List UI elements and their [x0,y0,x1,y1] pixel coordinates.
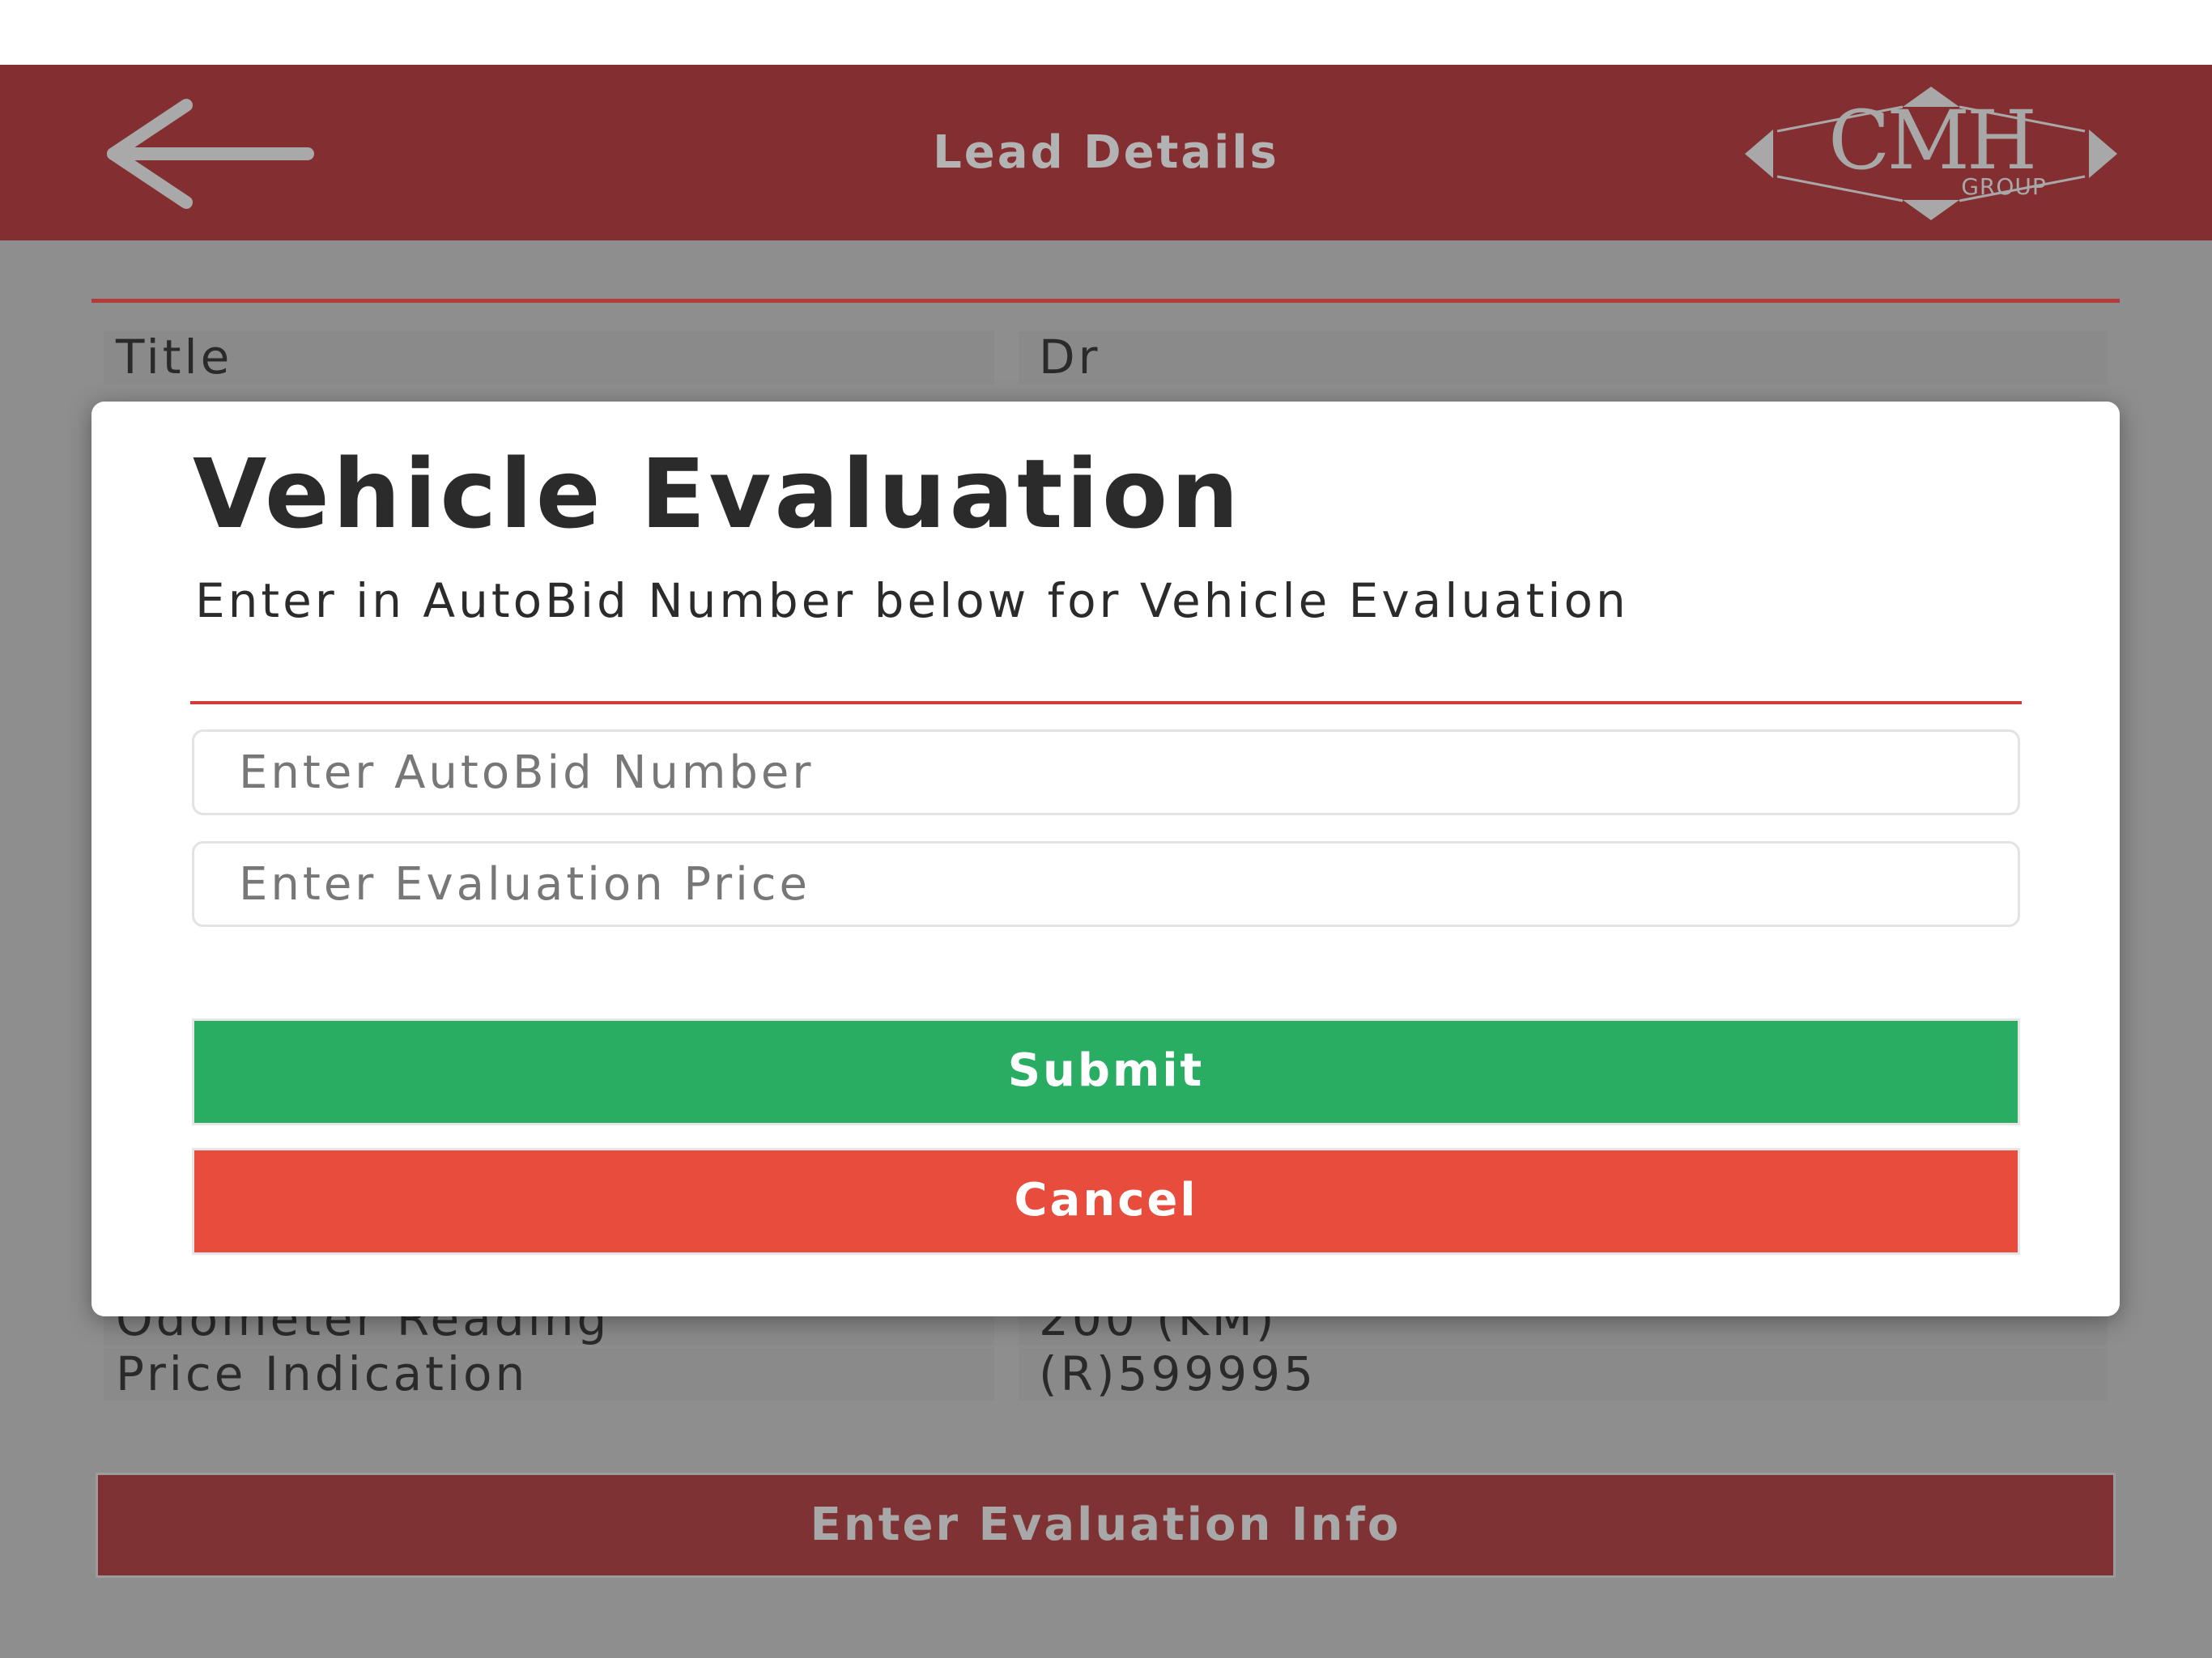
company-logo: CMH GROUP [1729,83,2133,224]
submit-button[interactable]: Submit [192,1018,2020,1125]
app-header: Lead Details CMH GROUP [0,65,2212,240]
detail-row-title: Title Dr [91,326,2120,387]
detail-row-price-indication: Price Indication (R)599995 [91,1343,2120,1404]
detail-value: (R)599995 [1019,1348,2108,1401]
detail-label: Title [104,331,994,384]
detail-value: Dr [1019,331,2108,384]
status-bar [0,0,2212,65]
vehicle-evaluation-dialog: Vehicle Evaluation Enter in AutoBid Numb… [91,402,2120,1316]
cancel-button[interactable]: Cancel [192,1148,2020,1255]
dialog-message: Enter in AutoBid Number below for Vehicl… [195,573,1629,628]
logo-subtext: GROUP [1961,173,2047,200]
arrow-left-icon[interactable] [97,97,320,210]
dialog-divider [190,701,2022,704]
dialog-title: Vehicle Evaluation [193,438,1243,550]
section-divider [91,299,2120,303]
autobid-number-input[interactable] [192,729,2020,815]
detail-label: Price Indication [104,1348,994,1401]
evaluation-price-input[interactable] [192,841,2020,927]
logo-text: CMH [1827,93,2037,188]
enter-evaluation-info-button[interactable]: Enter Evaluation Info [96,1473,2116,1578]
